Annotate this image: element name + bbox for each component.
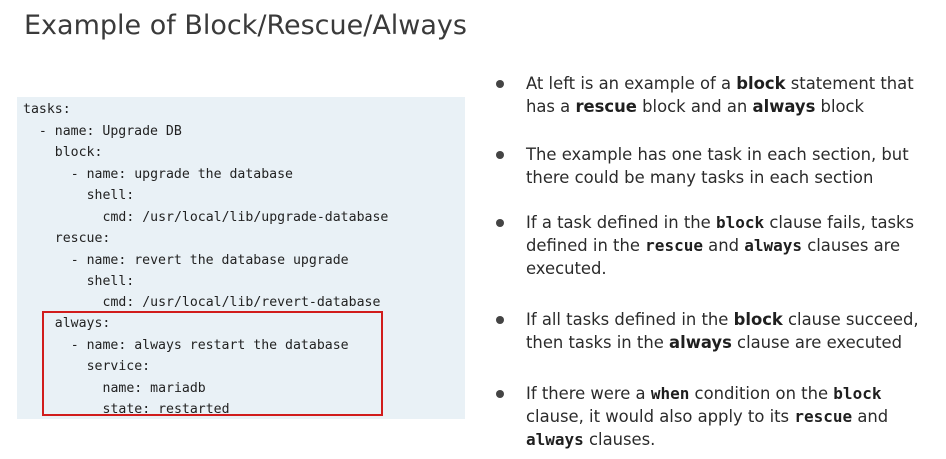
code-line: block: [54,145,103,160]
bullet-segment: clauses. [583,430,656,449]
code-line: - name: upgrade the database [70,167,293,182]
code-line: cmd: /usr/local/lib/revert-database [102,295,381,310]
bullet-segment: and [702,236,745,255]
bullet-dot [496,219,504,227]
bullet-segment: block [815,97,865,116]
bullet-dot [496,390,504,398]
bullet-text: If a task defined in the block clause fa… [526,211,936,280]
bullet-segment: If there were a [526,384,651,403]
bullet-segment: condition on the [689,384,834,403]
bullet-segment: At left is an example of a [526,74,737,93]
code-line: shell: [86,188,135,203]
code-line: cmd: /usr/local/lib/upgrade-database [102,210,389,225]
code-line: - name: Upgrade DB [38,124,182,139]
code-line: tasks: [23,102,71,117]
bullet-segment: rescue [575,97,637,116]
code-line: shell: [86,274,135,289]
bullet-segment: always [744,236,803,255]
bullet-segment: rescue [794,407,853,426]
bullet-segment: rescue [645,236,703,255]
bullet-text: The example has one task in each section… [526,143,936,189]
bullet-segment: block [715,213,765,232]
bullet-segment: always [669,333,732,352]
bullet-segment: when [650,384,690,403]
bullet-segment: and [852,407,889,426]
always-highlight-box [42,311,383,416]
slide-title: Example of Block/Rescue/Always [24,10,467,41]
bullet-dot [496,316,504,324]
bullet-segment: clause are executed [731,333,902,352]
bullet-segment: clause, it would also apply to its [526,407,795,426]
code-line: - name: revert the database upgrade [70,253,349,268]
bullet-segment: always [526,430,584,449]
bullet-text: At left is an example of a block stateme… [526,72,936,118]
bullet-segment: block and an [636,97,753,116]
bullet-segment: block [736,74,786,93]
bullet-segment: If all tasks defined in the [526,310,734,329]
bullet-segment: block [833,384,882,403]
bullet-dot [496,151,504,159]
code-line: rescue: [54,231,111,246]
bullet-segment: If a task defined in the [526,213,716,232]
bullet-text: If there were a when condition on the bl… [526,382,936,451]
bullet-segment: always [752,97,816,116]
bullet-segment: The example has one task in each section… [526,145,909,187]
bullet-segment: block [733,310,783,329]
bullet-dot [496,80,504,88]
bullet-text: If all tasks defined in the block clause… [526,308,936,354]
